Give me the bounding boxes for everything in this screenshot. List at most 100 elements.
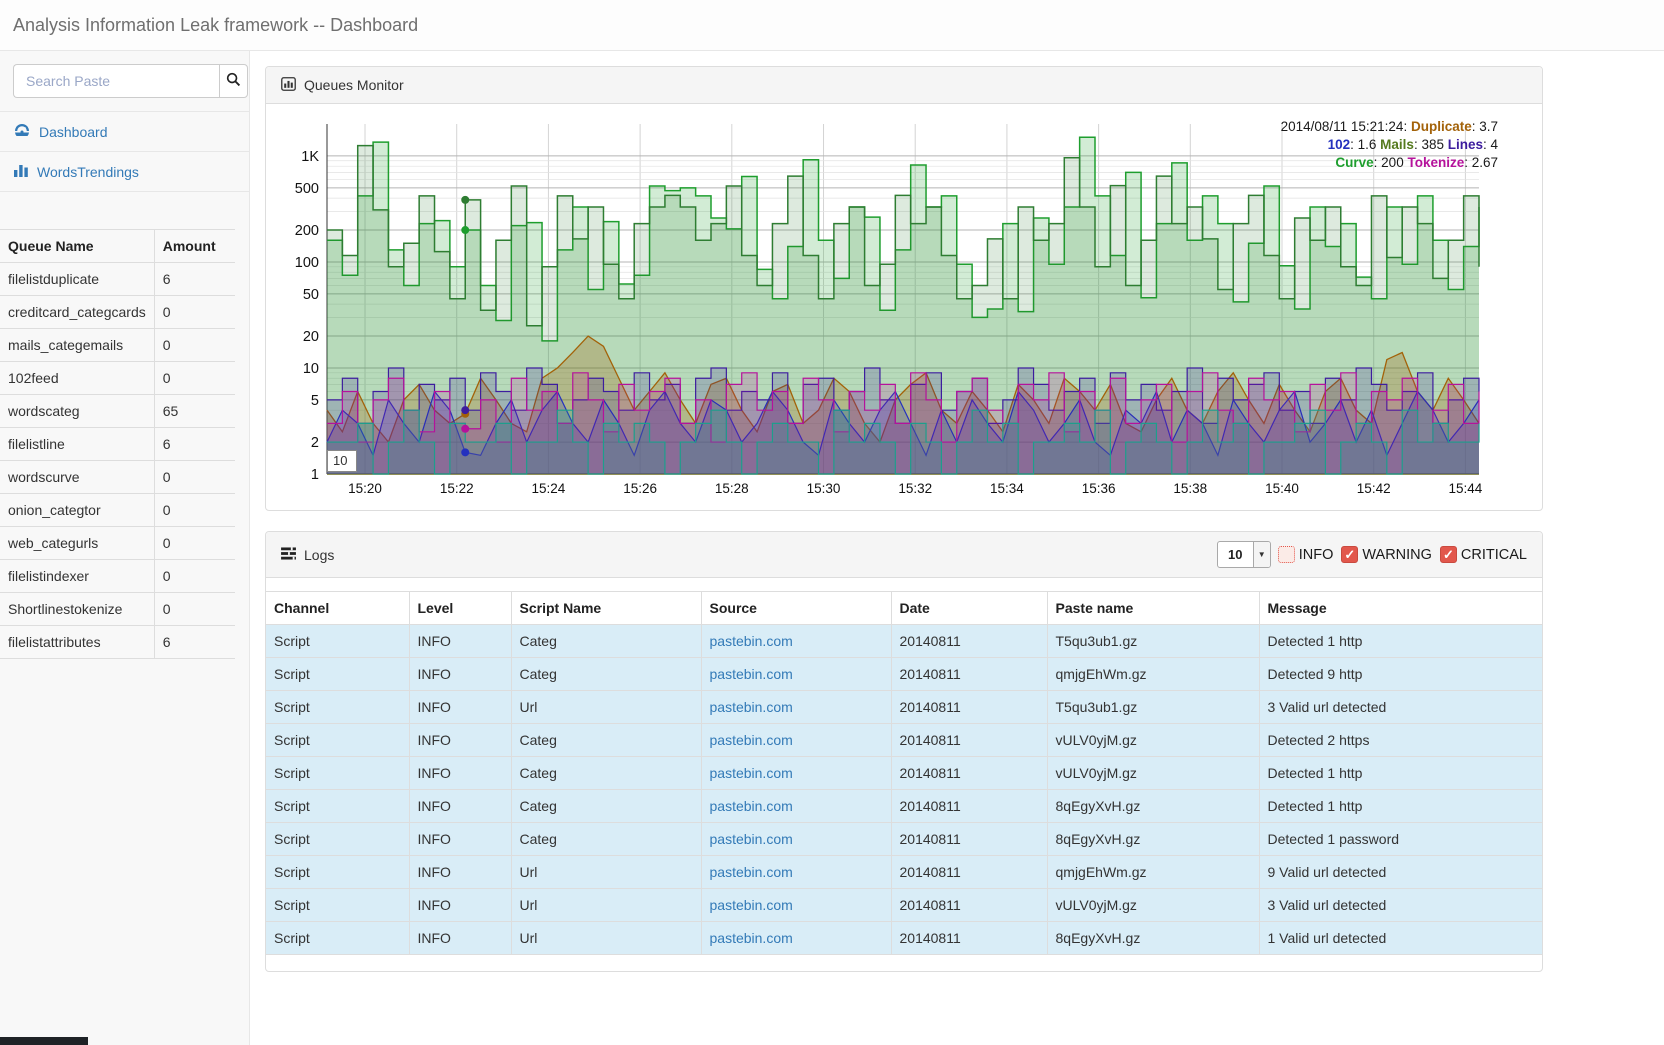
log-cell: 20140811 xyxy=(891,889,1047,922)
checked-checkbox-icon[interactable]: ✓ xyxy=(1341,546,1358,563)
x-tick-label: 15:34 xyxy=(990,481,1024,496)
search-group xyxy=(0,51,249,111)
source-link[interactable]: pastebin.com xyxy=(710,732,793,748)
hover-point-Tokenize xyxy=(461,425,469,433)
log-row: ScriptINFOCategpastebin.com20140811T5qu3… xyxy=(266,625,1542,658)
log-cell: INFO xyxy=(409,658,511,691)
source-link[interactable]: pastebin.com xyxy=(710,864,793,880)
queue-cell: Shortlinestokenize xyxy=(0,593,154,626)
queue-cell: mails_categemails xyxy=(0,329,154,362)
log-cell: 9 Valid url detected xyxy=(1259,856,1542,889)
chart-legend: 2014/08/11 15:21:24: Duplicate: 3.7102: … xyxy=(1281,118,1498,172)
filter-warning[interactable]: ✓WARNING xyxy=(1341,546,1432,563)
queue-cell: 0 xyxy=(154,560,235,593)
logs-col-header: Paste name xyxy=(1047,592,1259,625)
log-cell: pastebin.com xyxy=(701,790,891,823)
x-tick-label: 15:28 xyxy=(715,481,749,496)
log-cell: Url xyxy=(511,889,701,922)
log-row: ScriptINFOCategpastebin.com20140811vULV0… xyxy=(266,757,1542,790)
queue-row: filelistduplicate6 xyxy=(0,263,235,296)
logs-panel-heading: Logs 10 ▼ INFO✓WARNING✓CRITICAL xyxy=(266,532,1542,578)
log-row: ScriptINFOCategpastebin.com20140811vULV0… xyxy=(266,724,1542,757)
log-cell: 1 Valid url detected xyxy=(1259,922,1542,955)
log-cell: Url xyxy=(511,856,701,889)
legend-series-name: Lines xyxy=(1448,137,1483,152)
legend-series-name: Duplicate xyxy=(1411,119,1472,134)
queue-col-header: Amount xyxy=(154,230,235,263)
source-link[interactable]: pastebin.com xyxy=(710,798,793,814)
source-link[interactable]: pastebin.com xyxy=(710,699,793,715)
source-link[interactable]: pastebin.com xyxy=(710,633,793,649)
checked-checkbox-icon[interactable]: ✓ xyxy=(1440,546,1457,563)
filter-info[interactable]: INFO xyxy=(1278,546,1334,563)
log-cell: pastebin.com xyxy=(701,625,891,658)
legend-line: 102: 1.6 Mails: 385 Lines: 4 xyxy=(1281,136,1498,154)
y-tick-label: 10 xyxy=(303,361,319,377)
legend-line: Curve: 200 Tokenize: 2.67 xyxy=(1281,154,1498,172)
queue-cell: 6 xyxy=(154,626,235,659)
log-cell: Categ xyxy=(511,724,701,757)
hover-point-Mails xyxy=(461,196,469,204)
logs-panel: Logs 10 ▼ INFO✓WARNING✓CRITICAL ChannelL… xyxy=(265,531,1543,972)
source-link[interactable]: pastebin.com xyxy=(710,666,793,682)
search-button[interactable] xyxy=(219,64,248,98)
log-cell: 8qEgyXvH.gz xyxy=(1047,823,1259,856)
legend-series-name: Mails xyxy=(1380,137,1414,152)
screen-edge-artifact xyxy=(0,1037,88,1045)
queue-cell: wordscateg xyxy=(0,395,154,428)
roll-period-input[interactable]: 10 xyxy=(327,450,357,472)
log-cell: INFO xyxy=(409,724,511,757)
sidebar-item-label: WordsTrendings xyxy=(37,164,139,180)
source-link[interactable]: pastebin.com xyxy=(710,765,793,781)
search-input[interactable] xyxy=(13,64,219,98)
log-cell: Script xyxy=(266,724,409,757)
log-cell: 8qEgyXvH.gz xyxy=(1047,790,1259,823)
log-cell: INFO xyxy=(409,790,511,823)
sidebar-item-dashboard[interactable]: Dashboard xyxy=(0,112,249,152)
x-tick-label: 15:38 xyxy=(1173,481,1207,496)
sidebar-item-wordstrendings[interactable]: WordsTrendings xyxy=(0,152,249,192)
source-link[interactable]: pastebin.com xyxy=(710,930,793,946)
log-cell: Detected 1 http xyxy=(1259,757,1542,790)
log-cell: 20140811 xyxy=(891,922,1047,955)
log-cell: 20140811 xyxy=(891,658,1047,691)
page-size-value: 10 xyxy=(1218,542,1253,567)
log-cell: Script xyxy=(266,790,409,823)
log-cell: 3 Valid url detected xyxy=(1259,691,1542,724)
source-link[interactable]: pastebin.com xyxy=(710,831,793,847)
log-cell: pastebin.com xyxy=(701,922,891,955)
hover-point-Lines xyxy=(461,406,469,414)
queues-monitor-chart[interactable]: 15:2015:2215:2415:2615:2815:3015:3215:34… xyxy=(281,116,1527,506)
log-row: ScriptINFOUrlpastebin.com201408118qEgyXv… xyxy=(266,922,1542,955)
sidebar-item-label: Dashboard xyxy=(39,124,108,140)
x-tick-label: 15:42 xyxy=(1357,481,1391,496)
log-cell: vULV0yjM.gz xyxy=(1047,757,1259,790)
y-tick-label: 50 xyxy=(303,287,319,303)
queues-panel-title: Queues Monitor xyxy=(304,77,404,93)
queue-cell: filelistindexer xyxy=(0,560,154,593)
filter-label: CRITICAL xyxy=(1461,547,1527,563)
queue-row: filelistattributes6 xyxy=(0,626,235,659)
log-cell: Url xyxy=(511,691,701,724)
log-cell: INFO xyxy=(409,856,511,889)
log-cell: 20140811 xyxy=(891,757,1047,790)
logs-col-header: Date xyxy=(891,592,1047,625)
queue-row: web_categurls0 xyxy=(0,527,235,560)
log-row: ScriptINFOCategpastebin.com20140811qmjgE… xyxy=(266,658,1542,691)
queue-cell: 0 xyxy=(154,527,235,560)
y-tick-label: 100 xyxy=(295,255,319,271)
log-cell: pastebin.com xyxy=(701,856,891,889)
queues-chart-area: 15:2015:2215:2415:2615:2815:3015:3215:34… xyxy=(266,104,1542,510)
y-tick-label: 500 xyxy=(295,181,319,197)
log-cell: 3 Valid url detected xyxy=(1259,889,1542,922)
source-link[interactable]: pastebin.com xyxy=(710,897,793,913)
log-cell: Categ xyxy=(511,625,701,658)
x-tick-label: 15:26 xyxy=(623,481,657,496)
log-cell: T5qu3ub1.gz xyxy=(1047,691,1259,724)
filter-critical[interactable]: ✓CRITICAL xyxy=(1440,546,1527,563)
unchecked-checkbox-icon[interactable] xyxy=(1278,546,1295,563)
y-tick-label: 1K xyxy=(301,149,319,165)
page-size-select[interactable]: 10 ▼ xyxy=(1217,541,1271,568)
log-cell: Categ xyxy=(511,658,701,691)
log-cell: pastebin.com xyxy=(701,823,891,856)
